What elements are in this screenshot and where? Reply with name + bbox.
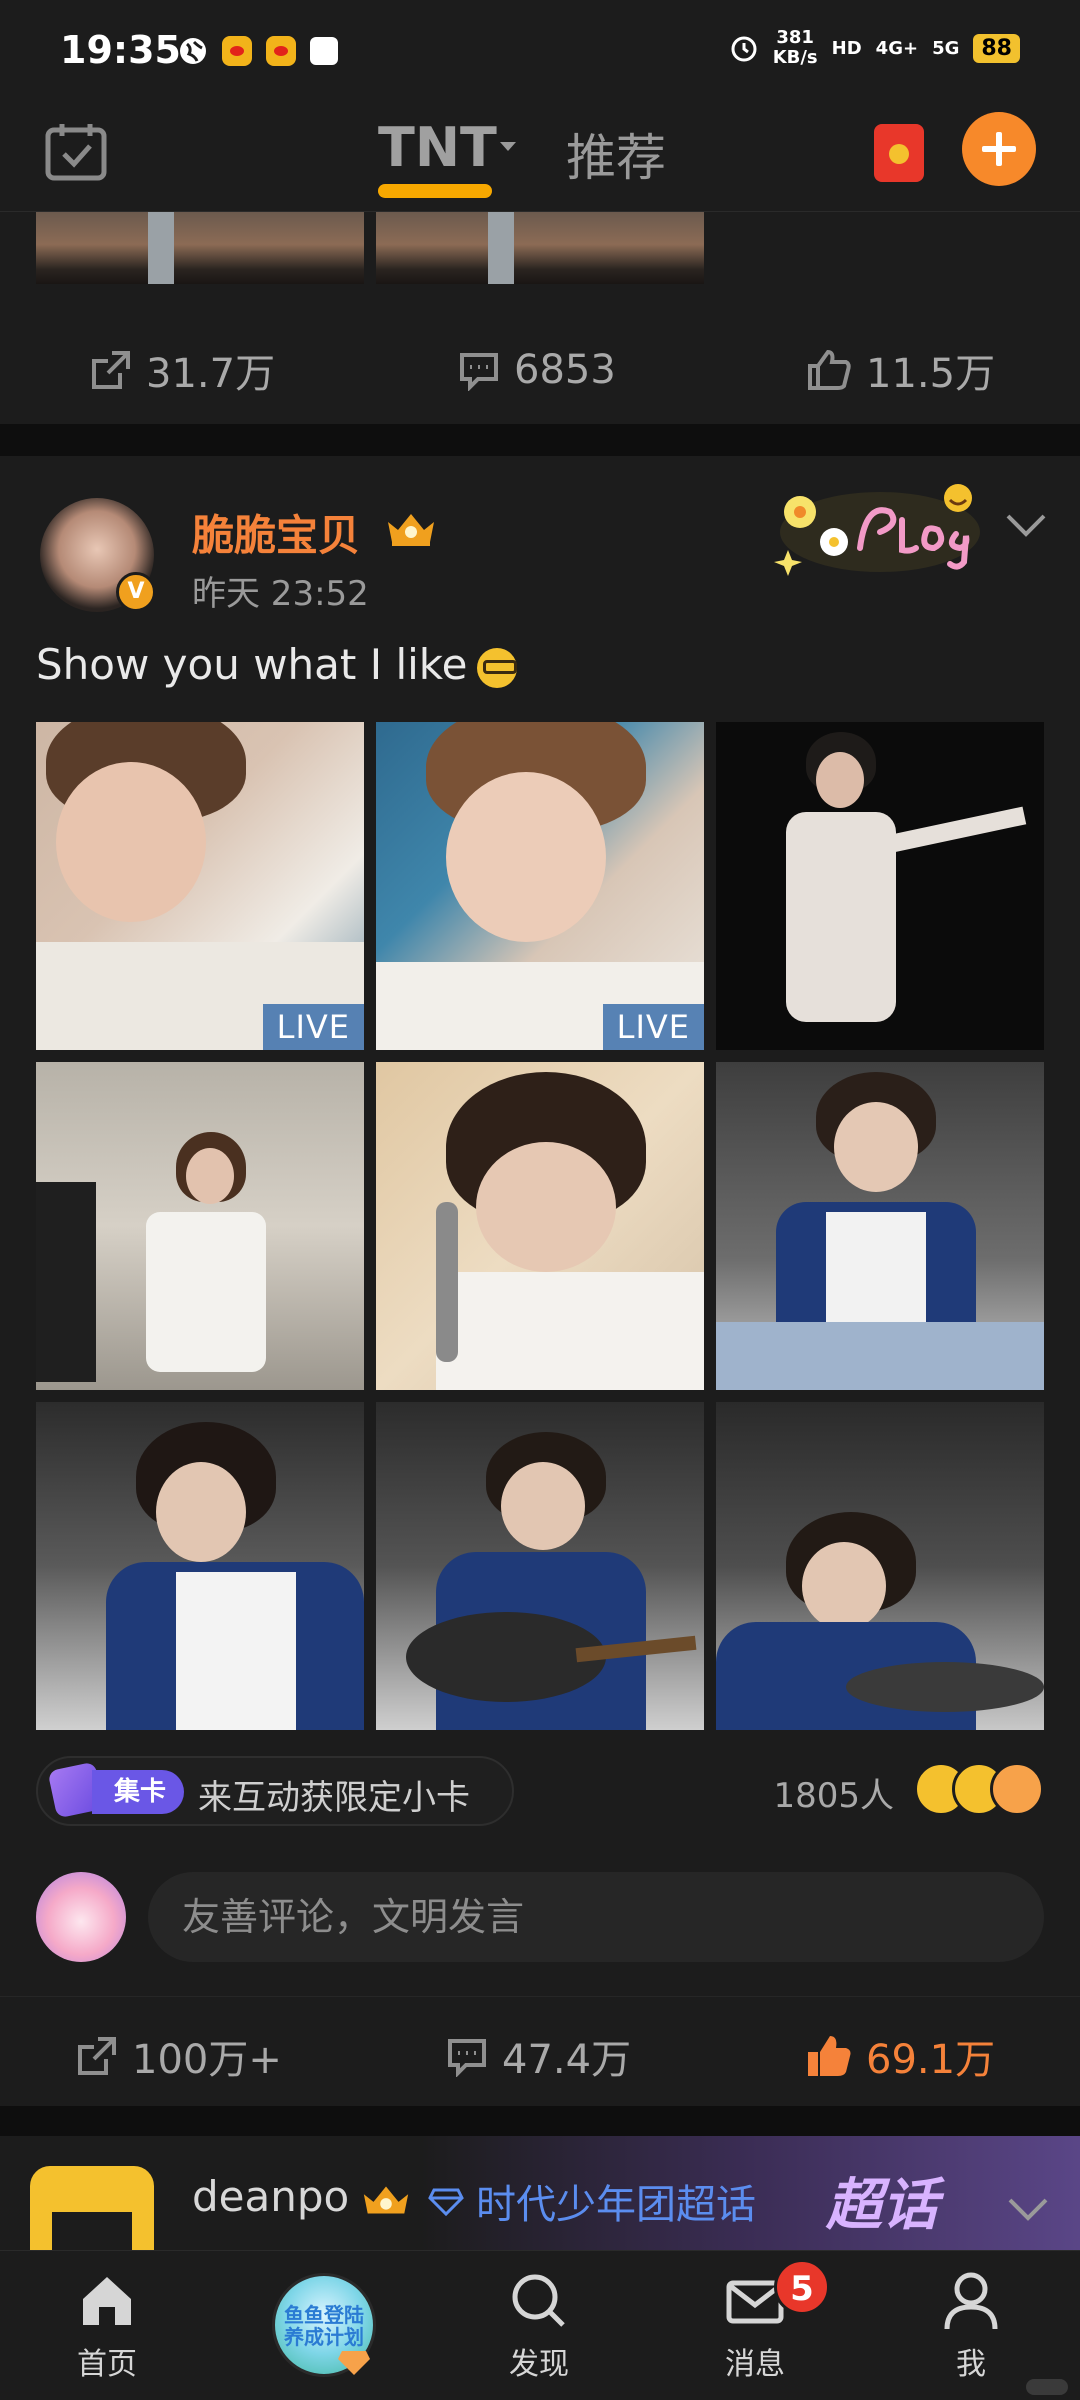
post-photo[interactable] (716, 722, 1044, 1050)
browser-globe-icon (180, 38, 206, 64)
gesture-indicator (1026, 2379, 1068, 2395)
reaction-emojis (914, 1762, 1044, 1818)
participant-count: 1805人 (773, 1776, 894, 1816)
status-right-icons: 381 KB/s HD 4G+ 5G 88 (729, 28, 1020, 68)
crown-icon (363, 2186, 409, 2214)
thumbs-up-filled-icon (808, 2036, 851, 2076)
weibo-notification-icon-2 (266, 36, 296, 66)
checkin-calendar-icon[interactable] (44, 122, 108, 182)
top-nav: TNT 推荐 (0, 100, 1080, 212)
repost-icon (78, 2037, 116, 2075)
tab-recommend[interactable]: 推荐 (566, 118, 666, 190)
alarm-icon (731, 36, 757, 62)
post-photo[interactable] (716, 1402, 1044, 1730)
next-post-username[interactable]: deanpo (192, 2172, 349, 2221)
app-notification-icon (310, 37, 338, 65)
prev-photo-2[interactable] (376, 212, 704, 284)
network-speed: 381 KB/s (772, 27, 818, 68)
chevron-down-icon[interactable] (1004, 510, 1048, 540)
status-notification-icons (178, 36, 338, 66)
thumbs-up-icon (808, 349, 851, 390)
post-text: Show you what I like (36, 640, 518, 689)
comment-icon (460, 353, 498, 391)
prev-photo-1[interactable] (36, 212, 364, 284)
home-icon (83, 2277, 131, 2325)
post-timestamp: 昨天 23:52 (192, 574, 369, 614)
compose-plus-button[interactable] (962, 112, 1036, 186)
like-button[interactable]: 11.5万 (806, 341, 995, 399)
repost-icon (92, 351, 130, 389)
nerd-face-emoji-icon (477, 647, 518, 688)
battery-level: 88 (973, 33, 1020, 63)
sim2-signal: 5G (932, 37, 960, 59)
weibo-notification-icon (222, 36, 252, 66)
status-bar: 19:35 381 KB/s HD 4G+ 5G 88 (0, 0, 1080, 100)
profile-icon (944, 2272, 998, 2330)
collect-card-pill[interactable]: 集卡 来互动获限定小卡 (36, 1756, 514, 1826)
like-button[interactable]: 69.1万 (806, 2027, 995, 2085)
post-divider (0, 2106, 1080, 2136)
comment-icon (448, 2039, 486, 2077)
previous-post-card: 31.7万 6853 11.5万 (0, 212, 1080, 424)
red-packet-icon[interactable] (874, 124, 924, 182)
active-tab-indicator (378, 184, 492, 198)
post-photo[interactable] (36, 1062, 364, 1390)
next-post-header: deanpo 时代少年团超话 超话 (0, 2136, 1080, 2250)
plog-flower-badge-icon (774, 484, 980, 576)
comment-input[interactable]: 友善评论，文明发言 (148, 1872, 1044, 1962)
post-photo[interactable] (376, 1402, 704, 1730)
collect-card-row: 集卡 来互动获限定小卡 1805人 (36, 1756, 1044, 1826)
crown-icon (388, 514, 434, 546)
collect-tag: 集卡 (92, 1770, 185, 1814)
post-username[interactable]: 脆脆宝贝 (192, 502, 360, 563)
post-photo[interactable] (716, 1062, 1044, 1390)
tnt-avatar[interactable] (30, 2166, 154, 2250)
kissing-emoji-icon (990, 1762, 1044, 1816)
collect-text: 来互动获限定小卡 (198, 1778, 470, 1818)
verified-badge-icon: V (116, 572, 156, 612)
tab-tnt[interactable]: TNT (378, 116, 497, 179)
comment-compose-row: 友善评论，文明发言 (36, 1872, 1044, 1964)
post-photo[interactable] (376, 1062, 704, 1390)
tab-discover[interactable]: 发现 (464, 2251, 614, 2400)
diamond-icon (428, 2188, 464, 2216)
post-actions: 100万+ 47.4万 69.1万 (0, 1996, 1080, 2106)
weibo-post-card: V 脆脆宝贝 昨天 23:52 Show you what I like LIV… (0, 456, 1080, 2106)
post-text-content: Show you what I like (36, 640, 468, 689)
live-photo-badge: LIVE (262, 1004, 364, 1050)
chevron-down-icon[interactable] (1006, 2194, 1050, 2224)
post-photo[interactable]: LIVE (376, 722, 704, 1050)
discover-icon (512, 2274, 565, 2327)
super-topic-link[interactable]: 时代少年团超话 (476, 2172, 756, 2230)
chevron-down-icon[interactable] (500, 142, 516, 151)
post-photo[interactable]: LIVE (36, 722, 364, 1050)
tab-home[interactable]: 首页 (32, 2251, 182, 2400)
comment-button[interactable]: 47.4万 (446, 2027, 631, 2085)
post-divider (0, 424, 1080, 456)
status-time: 19:35 (60, 28, 181, 72)
prev-post-actions: 31.7万 6853 11.5万 (0, 320, 1080, 420)
chaohua-label: 超话 (826, 2173, 938, 2238)
bottom-tab-bar: 首页 鱼鱼登陆养成计划 发现 消息 5 我 (0, 2250, 1080, 2400)
post-photo[interactable] (36, 1402, 364, 1730)
diamond-icon (338, 2351, 370, 2375)
sim1-signal: 4G+ (875, 37, 919, 59)
live-photo-badge: LIVE (602, 1004, 704, 1050)
tab-profile[interactable]: 我 (896, 2251, 1046, 2400)
repost-button[interactable]: 100万+ (76, 2027, 282, 2085)
my-avatar[interactable] (36, 1872, 126, 1962)
repost-button[interactable]: 31.7万 (90, 341, 275, 399)
message-count-badge: 5 (774, 2259, 830, 2315)
comment-button[interactable]: 6853 (458, 347, 616, 393)
hd-indicator: HD (831, 37, 862, 59)
